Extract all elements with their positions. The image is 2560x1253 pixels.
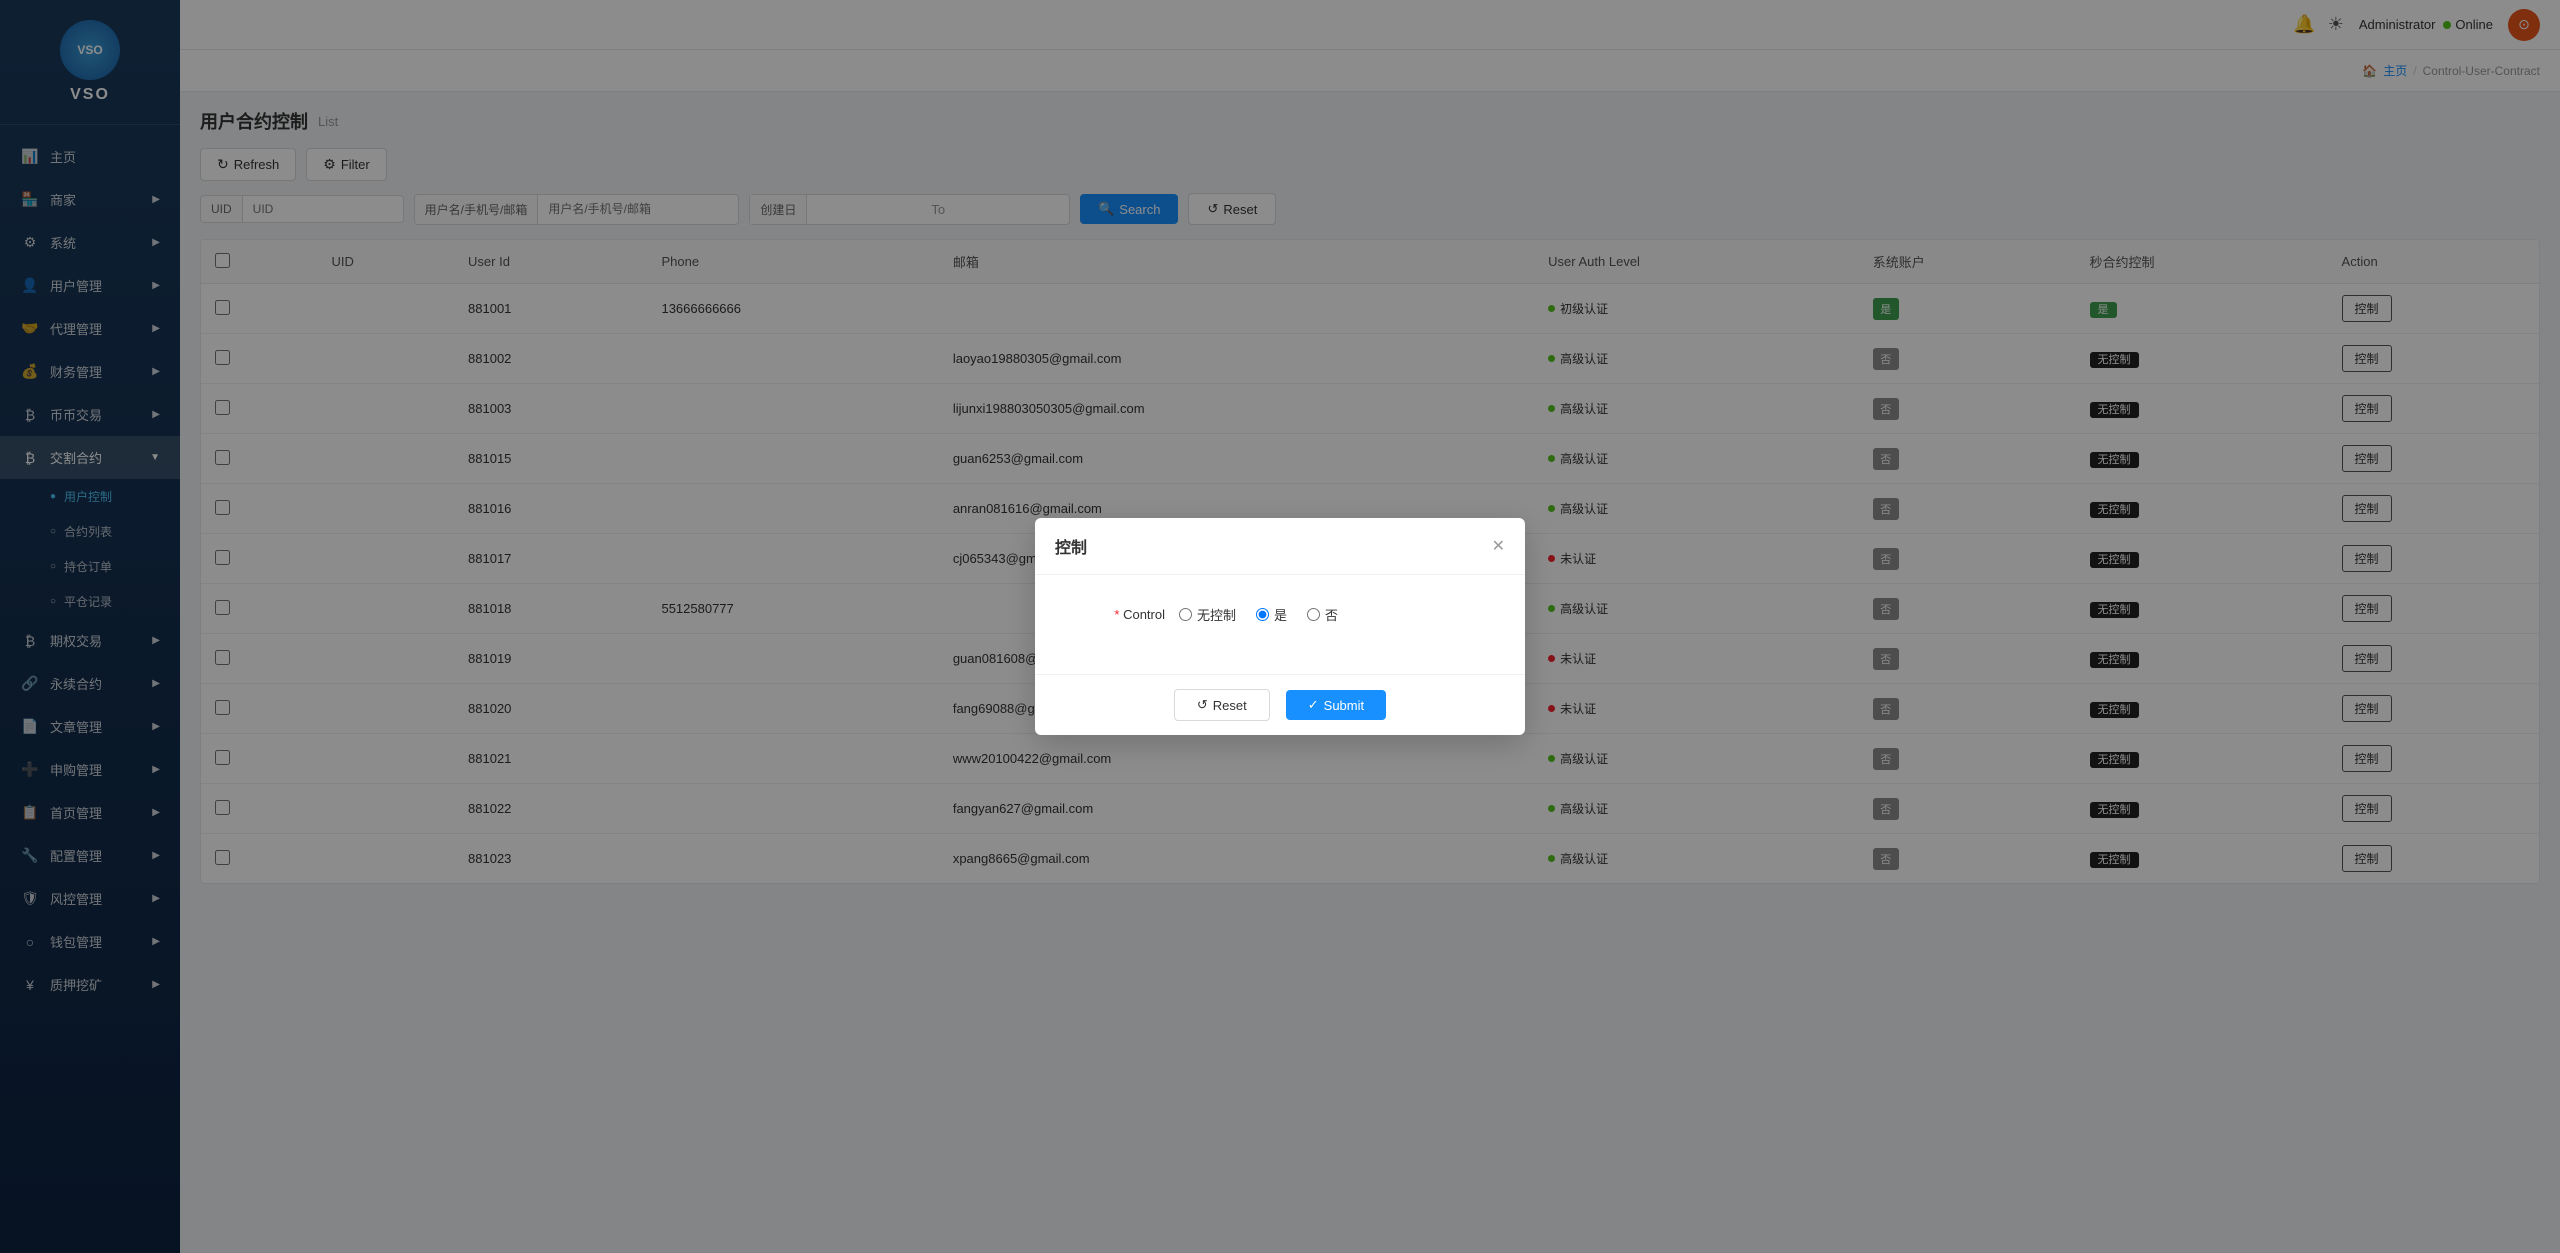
modal-reset-button[interactable]: ↺ Reset — [1174, 689, 1270, 721]
modal-overlay[interactable]: 控制 ✕ * Control 无控制 是 — [0, 0, 2560, 1253]
modal-reset-icon: ↺ — [1197, 697, 1208, 713]
control-modal: 控制 ✕ * Control 无控制 是 — [1035, 518, 1525, 735]
control-form-label: * Control — [1075, 607, 1165, 622]
control-label-text: Control — [1123, 607, 1165, 622]
required-mark: * — [1114, 607, 1119, 622]
radio-none-input[interactable] — [1179, 608, 1192, 621]
modal-body: * Control 无控制 是 否 — [1035, 575, 1525, 674]
radio-no-input[interactable] — [1307, 608, 1320, 621]
radio-no[interactable]: 否 — [1307, 605, 1338, 624]
radio-no-label: 否 — [1325, 605, 1338, 624]
radio-yes[interactable]: 是 — [1256, 605, 1287, 624]
modal-submit-label: Submit — [1324, 698, 1364, 713]
control-form-row: * Control 无控制 是 否 — [1075, 605, 1485, 624]
modal-submit-icon: ✓ — [1308, 697, 1319, 713]
control-radio-group: 无控制 是 否 — [1179, 605, 1338, 624]
radio-none-label: 无控制 — [1197, 605, 1236, 624]
modal-header: 控制 ✕ — [1035, 518, 1525, 575]
modal-reset-label: Reset — [1213, 698, 1247, 713]
modal-close-button[interactable]: ✕ — [1492, 536, 1505, 556]
modal-title: 控制 — [1055, 534, 1087, 558]
modal-submit-button[interactable]: ✓ Submit — [1286, 690, 1386, 720]
radio-yes-label: 是 — [1274, 605, 1287, 624]
radio-none[interactable]: 无控制 — [1179, 605, 1236, 624]
modal-footer: ↺ Reset ✓ Submit — [1035, 674, 1525, 735]
radio-yes-input[interactable] — [1256, 608, 1269, 621]
